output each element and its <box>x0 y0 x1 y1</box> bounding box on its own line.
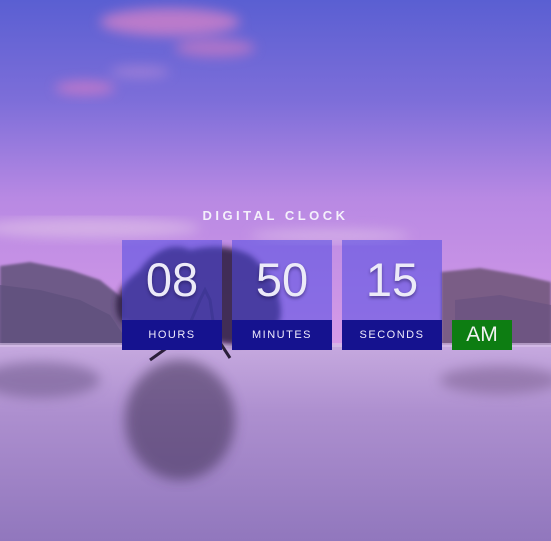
hours-unit: 08 HOURS <box>122 240 222 350</box>
clock-title: DIGITAL CLOCK <box>202 208 349 223</box>
hours-label: HOURS <box>122 320 222 350</box>
minutes-unit: 50 MINUTES <box>232 240 332 350</box>
seconds-value: 15 <box>342 240 442 320</box>
seconds-label: SECONDS <box>342 320 442 350</box>
seconds-unit: 15 SECONDS <box>342 240 442 350</box>
am-pm-badge: AM <box>452 320 512 350</box>
minutes-label: MINUTES <box>232 320 332 350</box>
minutes-value: 50 <box>232 240 332 320</box>
hours-value: 08 <box>122 240 222 320</box>
